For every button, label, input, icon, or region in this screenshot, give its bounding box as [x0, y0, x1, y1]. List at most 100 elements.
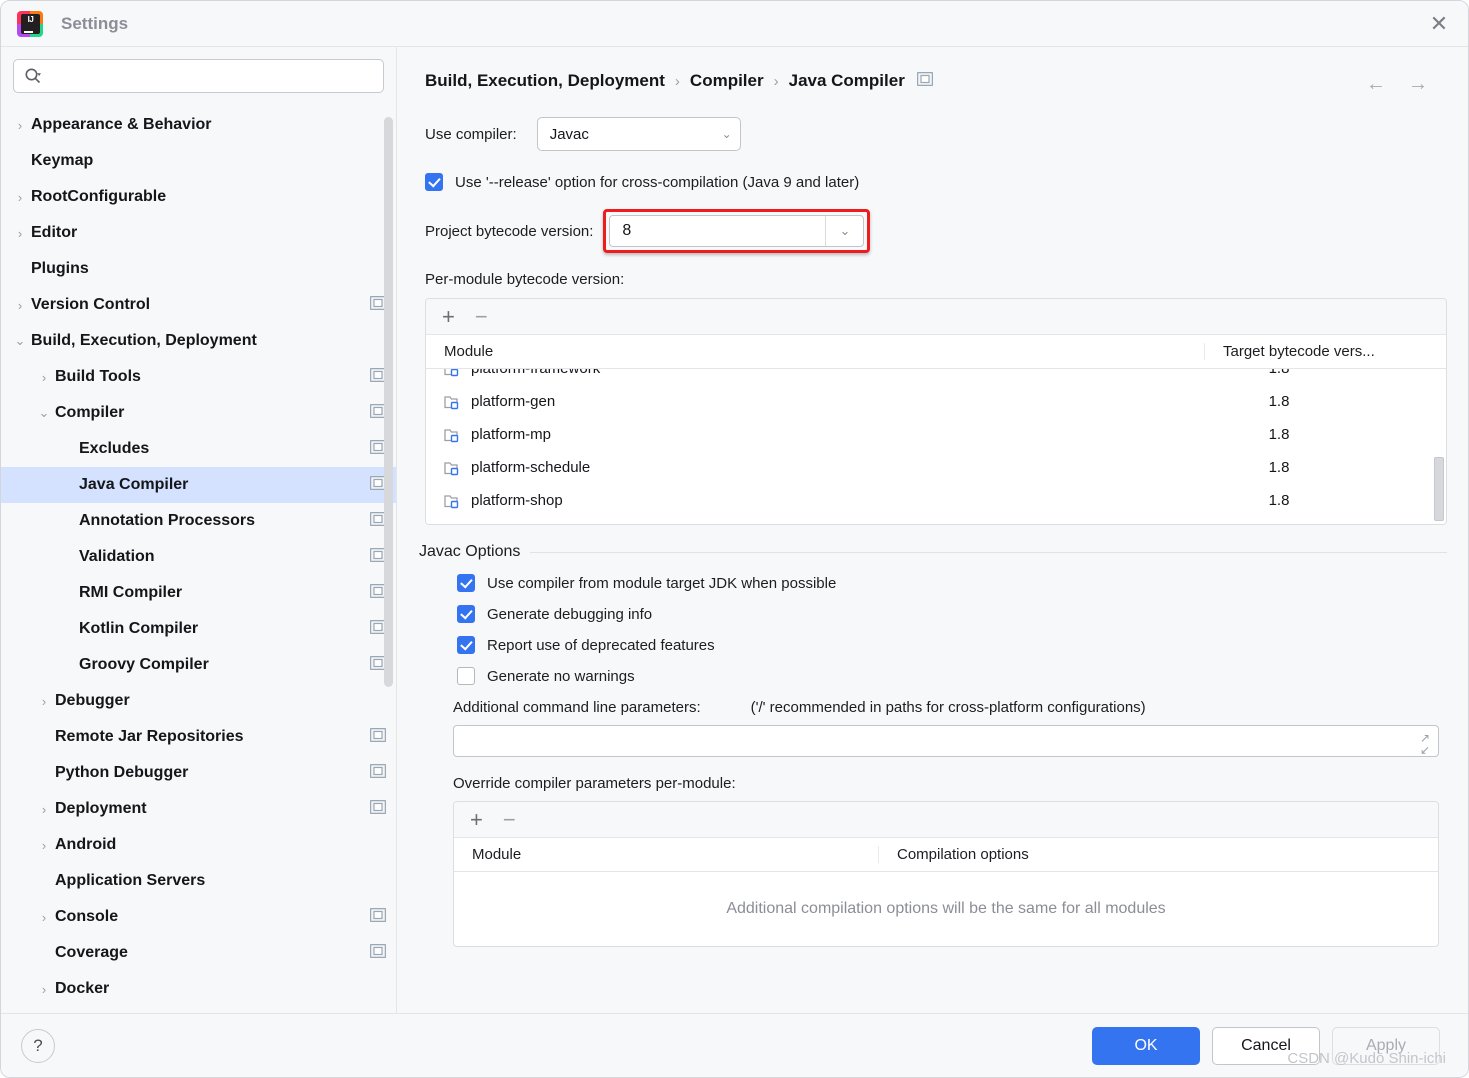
- chevron-right-icon[interactable]: ›: [9, 190, 31, 205]
- chevron-down-icon[interactable]: ⌄: [825, 216, 863, 246]
- table-row[interactable]: platform-framework 1.8: [426, 369, 1446, 385]
- sidebar-item-coverage[interactable]: Coverage: [1, 935, 396, 971]
- module-cell: platform-framework: [426, 369, 1204, 377]
- target-bytecode-cell[interactable]: 1.8: [1204, 459, 1446, 476]
- sidebar-item-label: Compiler: [55, 404, 125, 421]
- module-table-scrollbar-thumb[interactable]: [1434, 457, 1444, 521]
- javac-options-group: Javac Options: [419, 543, 1447, 561]
- arrow-right-icon[interactable]: →: [1408, 73, 1428, 96]
- arrow-left-icon[interactable]: ←: [1366, 73, 1386, 96]
- sidebar-item-debugger[interactable]: › Debugger: [1, 683, 396, 719]
- release-option-checkbox[interactable]: [425, 173, 443, 191]
- sidebar-item-application-servers[interactable]: Application Servers: [1, 863, 396, 899]
- javac-option-row[interactable]: Generate debugging info: [457, 605, 1468, 623]
- sidebar-item-remote-jar-repositories[interactable]: Remote Jar Repositories: [1, 719, 396, 755]
- sidebar-item-rmi-compiler[interactable]: RMI Compiler: [1, 575, 396, 611]
- chevron-right-icon[interactable]: ›: [33, 838, 55, 853]
- search-box[interactable]: [13, 59, 384, 93]
- footer-buttons: OK Cancel Apply: [1092, 1026, 1440, 1065]
- javac-option-row[interactable]: Generate no warnings: [457, 667, 1468, 685]
- chevron-right-icon[interactable]: ›: [33, 982, 55, 997]
- sidebar-item-excludes[interactable]: Excludes: [1, 431, 396, 467]
- sidebar-scrollbar-thumb[interactable]: [384, 117, 393, 687]
- override-table-header: Module Compilation options: [454, 838, 1438, 872]
- sidebar-item-appearance-behavior[interactable]: › Appearance & Behavior: [1, 107, 396, 143]
- target-bytecode-cell[interactable]: 1.8: [1204, 393, 1446, 410]
- table-row[interactable]: platform-schedule 1.8: [426, 451, 1446, 484]
- override-table-empty-message: Additional compilation options will be t…: [726, 900, 1166, 917]
- cancel-button[interactable]: Cancel: [1212, 1026, 1320, 1065]
- javac-option-label: Use compiler from module target JDK when…: [487, 574, 837, 592]
- sidebar-item-label: Build, Execution, Deployment: [31, 332, 257, 349]
- chevron-right-icon[interactable]: ›: [9, 226, 31, 241]
- table-row[interactable]: platform-gen 1.8: [426, 385, 1446, 418]
- intellij-logo-icon: IJ: [17, 10, 43, 37]
- expand-icon[interactable]: ↗ ↙: [1420, 732, 1430, 756]
- chevron-right-icon[interactable]: ›: [33, 370, 55, 385]
- chevron-right-icon[interactable]: ›: [9, 298, 31, 313]
- sidebar-item-editor[interactable]: › Editor: [1, 215, 396, 251]
- sidebar-item-annotation-processors[interactable]: Annotation Processors: [1, 503, 396, 539]
- breadcrumb-item-0[interactable]: Build, Execution, Deployment: [425, 71, 665, 91]
- target-bytecode-cell[interactable]: 1.8: [1204, 426, 1446, 443]
- sidebar-item-build-execution-deployment[interactable]: ⌄ Build, Execution, Deployment: [1, 323, 396, 359]
- javac-option-checkbox[interactable]: [457, 636, 475, 654]
- sidebar-item-python-debugger[interactable]: Python Debugger: [1, 755, 396, 791]
- remove-module-button[interactable]: −: [475, 305, 488, 328]
- javac-option-checkbox[interactable]: [457, 667, 475, 685]
- sidebar-scrollbar-track[interactable]: [384, 117, 393, 1003]
- search-container: [1, 47, 396, 93]
- ok-button[interactable]: OK: [1092, 1026, 1200, 1065]
- table-row[interactable]: platform-mp 1.8: [426, 418, 1446, 451]
- project-bytecode-dropdown[interactable]: 8 ⌄: [609, 215, 865, 247]
- sidebar-item-java-compiler[interactable]: Java Compiler: [1, 467, 396, 503]
- add-override-button[interactable]: +: [470, 808, 483, 831]
- breadcrumb-item-1[interactable]: Compiler: [690, 71, 764, 91]
- add-module-button[interactable]: +: [442, 305, 455, 328]
- apply-button: Apply: [1332, 1026, 1440, 1065]
- release-option-row[interactable]: Use '--release' option for cross-compila…: [425, 173, 1468, 191]
- sidebar-item-groovy-compiler[interactable]: Groovy Compiler: [1, 647, 396, 683]
- project-bytecode-row: Project bytecode version: 8 ⌄: [425, 209, 1468, 253]
- use-compiler-value: Javac: [549, 125, 589, 143]
- close-icon[interactable]: ✕: [1424, 10, 1454, 38]
- remove-override-button[interactable]: −: [503, 808, 516, 831]
- target-bytecode-cell[interactable]: 1.8: [1204, 492, 1446, 509]
- javac-option-row[interactable]: Report use of deprecated features: [457, 636, 1468, 654]
- javac-option-checkbox[interactable]: [457, 574, 475, 592]
- use-compiler-dropdown[interactable]: Javac ⌄: [536, 117, 741, 151]
- column-header-compilation-options[interactable]: Compilation options: [878, 846, 1438, 863]
- chevron-right-icon[interactable]: ›: [33, 910, 55, 925]
- additional-params-input[interactable]: ↗ ↙: [453, 725, 1439, 757]
- chevron-right-icon[interactable]: ›: [9, 118, 31, 133]
- help-button[interactable]: ?: [21, 1028, 55, 1063]
- sidebar-item-compiler[interactable]: ⌄ Compiler: [1, 395, 396, 431]
- project-bytecode-value: 8: [622, 222, 632, 239]
- breadcrumb-separator: ›: [773, 72, 779, 90]
- column-header-module[interactable]: Module: [426, 343, 1204, 360]
- chevron-right-icon[interactable]: ›: [33, 694, 55, 709]
- chevron-down-icon[interactable]: ⌄: [9, 333, 31, 349]
- sidebar-item-docker[interactable]: › Docker: [1, 971, 396, 1007]
- sidebar-item-rootconfigurable[interactable]: › RootConfigurable: [1, 179, 396, 215]
- sidebar-item-build-tools[interactable]: › Build Tools: [1, 359, 396, 395]
- column-header-module[interactable]: Module: [454, 846, 878, 863]
- column-header-target-bytecode[interactable]: Target bytecode vers...: [1204, 343, 1446, 360]
- sidebar-item-console[interactable]: › Console: [1, 899, 396, 935]
- breadcrumb-separator: ›: [674, 72, 680, 90]
- override-table-toolbar: + −: [454, 802, 1438, 838]
- table-row[interactable]: platform-shop 1.8: [426, 484, 1446, 517]
- chevron-down-icon[interactable]: ⌄: [33, 405, 55, 421]
- search-input[interactable]: [48, 68, 373, 84]
- javac-option-row[interactable]: Use compiler from module target JDK when…: [457, 574, 1468, 592]
- sidebar-item-version-control[interactable]: › Version Control: [1, 287, 396, 323]
- sidebar-item-deployment[interactable]: › Deployment: [1, 791, 396, 827]
- target-bytecode-cell[interactable]: 1.8: [1204, 369, 1446, 377]
- sidebar-item-kotlin-compiler[interactable]: Kotlin Compiler: [1, 611, 396, 647]
- chevron-right-icon[interactable]: ›: [33, 802, 55, 817]
- sidebar-item-validation[interactable]: Validation: [1, 539, 396, 575]
- sidebar-item-plugins[interactable]: Plugins: [1, 251, 396, 287]
- sidebar-item-android[interactable]: › Android: [1, 827, 396, 863]
- sidebar-item-keymap[interactable]: Keymap: [1, 143, 396, 179]
- javac-option-checkbox[interactable]: [457, 605, 475, 623]
